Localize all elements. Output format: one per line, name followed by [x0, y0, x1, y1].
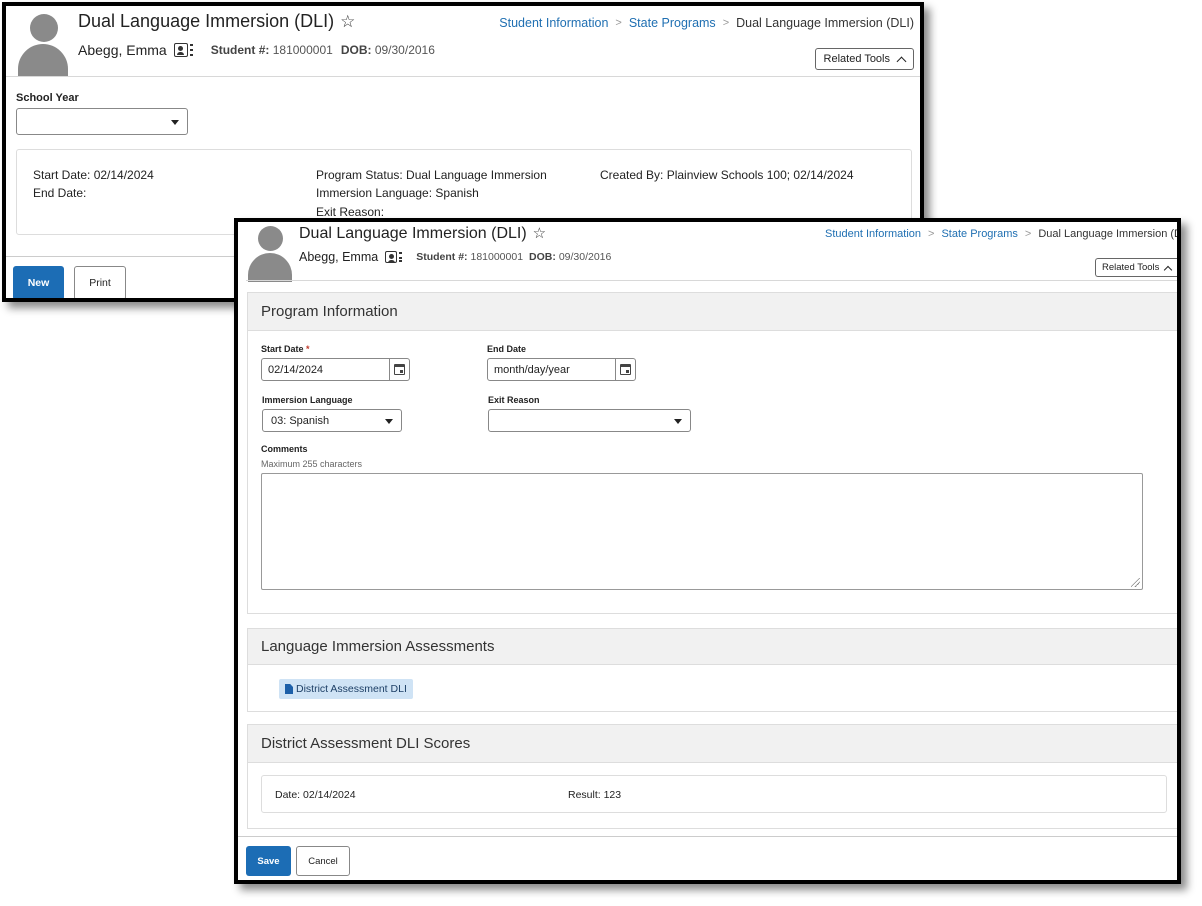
breadcrumb-student-information[interactable]: Student Information: [825, 228, 921, 240]
end-date-input[interactable]: month/day/year: [487, 358, 636, 381]
program-information-heading: Program Information: [248, 293, 1177, 331]
student-avatar: [16, 14, 70, 76]
end-date-label: End Date: [487, 344, 527, 354]
page-title: Dual Language Immersion (DLI) ☆: [78, 11, 356, 31]
student-avatar: [246, 226, 294, 282]
caret-down-icon: [385, 418, 393, 424]
summary-created-by: Created By: Plainview Schools 100; 02/14…: [600, 168, 854, 182]
comments-label: Comments: [261, 444, 308, 454]
calendar-button[interactable]: [389, 359, 409, 380]
scores-heading: District Assessment DLI Scores: [248, 725, 1177, 763]
related-tools-button[interactable]: Related Tools: [1095, 258, 1177, 277]
score-result: Result: 123: [568, 789, 622, 801]
start-date-input[interactable]: 02/14/2024: [261, 358, 410, 381]
summary-end-date: End Date:: [33, 186, 87, 200]
breadcrumb-current: Dual Language Immersion (DLI): [736, 16, 914, 30]
program-information-section: Program Information Start Date * 02/14/2…: [247, 292, 1177, 614]
summary-exit-reason: Exit Reason:: [316, 205, 385, 219]
calendar-icon: [620, 364, 631, 375]
student-dob: 09/30/2016: [558, 251, 612, 263]
breadcrumb-state-programs[interactable]: State Programs: [629, 16, 716, 30]
calendar-icon: [394, 364, 405, 375]
exit-reason-select[interactable]: [488, 409, 691, 432]
header-divider: [246, 280, 1177, 281]
header-divider: [6, 76, 920, 77]
student-info: Abegg, Emma Student #: 181000001 DOB: 09…: [78, 42, 435, 58]
district-assessment-scores-section: District Assessment DLI Scores Date: 02/…: [247, 724, 1177, 829]
breadcrumb: Student Information > State Programs > D…: [825, 228, 1181, 240]
caret-down-icon: [171, 119, 179, 125]
language-immersion-assessments-section: Language Immersion Assessments District …: [247, 628, 1177, 712]
school-year-select[interactable]: [16, 108, 188, 135]
district-assessment-dli-link[interactable]: District Assessment DLI: [279, 679, 413, 699]
student-dob: 09/30/2016: [374, 43, 435, 57]
print-button[interactable]: Print: [74, 266, 126, 298]
score-date: Date: 02/14/2024: [275, 789, 356, 801]
comments-textarea[interactable]: [261, 473, 1143, 590]
caret-down-icon: [674, 418, 682, 424]
summary-immersion-language: Immersion Language: Spanish: [316, 186, 479, 200]
cancel-button[interactable]: Cancel: [296, 846, 350, 876]
breadcrumb-state-programs[interactable]: State Programs: [941, 228, 1017, 240]
chevron-up-icon: [896, 56, 907, 66]
assessments-heading: Language Immersion Assessments: [248, 629, 1177, 665]
student-name: Abegg, Emma: [78, 42, 167, 58]
page-title: Dual Language Immersion (DLI) ☆: [299, 225, 547, 242]
student-contact-card-icon[interactable]: [173, 43, 188, 57]
breadcrumb: Student Information > State Programs > D…: [499, 16, 914, 30]
chevron-up-icon: [1164, 265, 1173, 274]
student-info: Abegg, Emma Student #: 181000001 DOB: 09…: [299, 250, 612, 264]
chevron-right-icon: >: [615, 17, 622, 29]
favorite-star-icon[interactable]: ☆: [533, 225, 546, 242]
chevron-right-icon: >: [928, 228, 935, 240]
student-name: Abegg, Emma: [299, 250, 379, 264]
score-row[interactable]: Date: 02/14/2024 Result: 123: [261, 775, 1167, 813]
chevron-right-icon: >: [1024, 228, 1032, 240]
chevron-right-icon: >: [722, 17, 730, 29]
immersion-language-select[interactable]: 03: Spanish: [262, 409, 402, 432]
breadcrumb-student-information[interactable]: Student Information: [499, 16, 608, 30]
student-contact-card-icon[interactable]: [385, 251, 398, 263]
student-number: 181000001: [470, 251, 524, 263]
new-button[interactable]: New: [13, 266, 64, 298]
summary-start-date: Start Date: 02/14/2024: [33, 168, 154, 182]
document-icon: [285, 684, 293, 694]
save-button[interactable]: Save: [246, 846, 291, 876]
school-year-label: School Year: [16, 92, 79, 104]
immersion-language-label: Immersion Language: [262, 395, 353, 405]
comments-hint: Maximum 255 characters: [261, 459, 363, 469]
dli-detail-window: Dual Language Immersion (DLI) ☆ Abegg, Em…: [234, 218, 1181, 884]
related-tools-button[interactable]: Related Tools: [814, 48, 914, 70]
start-date-label: Start Date *: [261, 344, 310, 354]
resize-handle-icon[interactable]: [1131, 578, 1140, 587]
student-number: 181000001: [272, 43, 333, 57]
favorite-star-icon[interactable]: ☆: [340, 12, 355, 31]
summary-program-status: Program Status: Dual Language Immersion: [316, 168, 547, 182]
calendar-button[interactable]: [615, 359, 635, 380]
breadcrumb-current: Dual Language Immersion (DL: [1038, 228, 1181, 240]
action-bar: Save Cancel: [238, 836, 1177, 880]
exit-reason-label: Exit Reason: [488, 395, 540, 405]
